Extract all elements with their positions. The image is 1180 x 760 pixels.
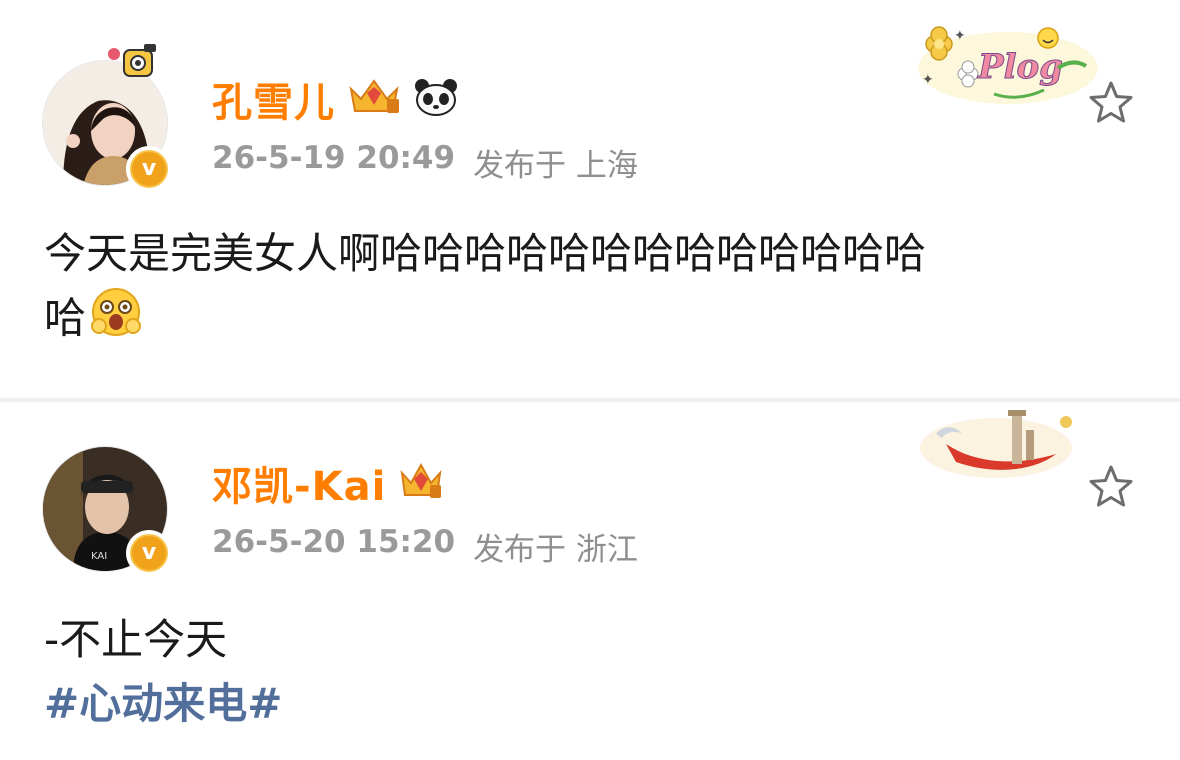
post-meta: 26-5-19 20:49 发布于 上海	[212, 140, 638, 185]
verified-badge-icon: v	[126, 146, 172, 192]
post-content: 今天是完美女人啊哈哈哈哈哈哈哈哈哈哈哈哈哈 哈	[44, 222, 1144, 356]
post-content-line: 今天是完美女人啊哈哈哈哈哈哈哈哈哈哈哈哈哈	[44, 229, 927, 278]
post-content-line: 哈	[44, 293, 87, 343]
post-location: 发布于 浙江	[473, 532, 638, 568]
card-decoration	[916, 404, 1076, 488]
author-row: 孔雪儿	[212, 74, 459, 126]
author-row: 邓凯-Kai	[212, 458, 444, 510]
svg-text:✦: ✦	[922, 72, 934, 88]
author-name[interactable]: 邓凯-Kai	[212, 454, 386, 512]
svg-text:✦: ✦	[954, 28, 966, 44]
post-content: -不止今天 #心动来电#	[44, 608, 1144, 736]
surprised-emoji-icon	[90, 286, 142, 356]
post-time: 26-5-20 15:20	[212, 524, 456, 560]
author-name[interactable]: 孔雪儿	[212, 70, 335, 128]
post-location: 发布于 上海	[473, 148, 638, 184]
post-content-line: -不止今天	[44, 615, 228, 664]
weibo-post: v 孔雪儿 26-5-19 20:49 发布于 上海 Plog ✦ ✦ 今天是完…	[0, 0, 1180, 398]
crown-icon[interactable]	[347, 77, 401, 121]
post-meta: 26-5-20 15:20 发布于 浙江	[212, 524, 638, 569]
favorite-star-icon[interactable]	[1086, 462, 1136, 512]
avatar-pendant-icon	[108, 44, 156, 77]
crown-icon[interactable]	[398, 461, 444, 505]
svg-text:KAI: KAI	[91, 551, 107, 562]
card-decoration: Plog ✦ ✦	[908, 18, 1098, 112]
favorite-star-icon[interactable]	[1086, 78, 1136, 128]
post-time: 26-5-19 20:49	[212, 140, 456, 176]
weibo-post: KAI v 邓凯-Kai 26-5-20 15:20 发布于 浙江 -不止今天 …	[0, 402, 1180, 760]
hashtag-link[interactable]: #心动来电#	[44, 672, 1144, 736]
verified-badge-icon: v	[126, 530, 172, 576]
plog-text: Plog	[977, 47, 1063, 87]
panda-icon	[413, 77, 459, 121]
